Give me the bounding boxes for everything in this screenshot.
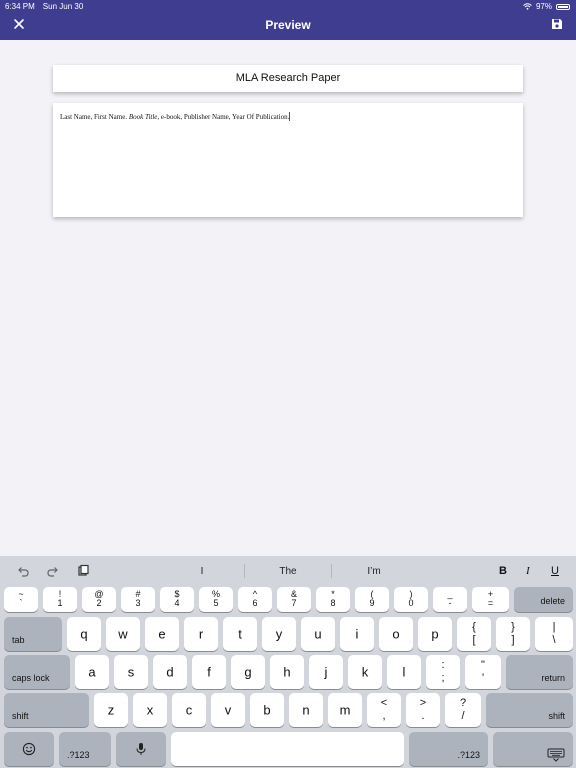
status-bar-right: 97% bbox=[523, 2, 570, 11]
shift-key-left[interactable]: shift bbox=[4, 693, 89, 727]
keyboard-dismiss-icon bbox=[547, 748, 565, 762]
key-n[interactable]: n bbox=[289, 693, 323, 727]
key-r[interactable]: r bbox=[184, 617, 218, 651]
microphone-icon bbox=[136, 743, 146, 755]
key-w[interactable]: w bbox=[106, 617, 140, 651]
suggestion-1[interactable]: I bbox=[172, 566, 232, 577]
key-1[interactable]: ! 1 bbox=[43, 587, 77, 612]
key-p[interactable]: p bbox=[418, 617, 452, 651]
shortcut-bar: I The I’m B I U bbox=[0, 556, 576, 586]
key-q[interactable]: q bbox=[67, 617, 101, 651]
status-time: 6:34 PM bbox=[5, 2, 35, 11]
hide-keyboard-key[interactable] bbox=[493, 732, 573, 766]
key-slash[interactable]: ? / bbox=[445, 693, 481, 727]
key-minus[interactable]: _ - bbox=[433, 587, 467, 612]
key-9[interactable]: (9 bbox=[355, 587, 389, 612]
key-x[interactable]: x bbox=[133, 693, 167, 727]
key-4[interactable]: $4 bbox=[160, 587, 194, 612]
onscreen-keyboard: I The I’m B I U ~ ` ! 1 @2 #3 $4 % 5 ^ 6 & 7 … bbox=[0, 556, 576, 768]
citation-text: Last Name, First Name. bbox=[60, 113, 129, 121]
key-s[interactable]: s bbox=[114, 655, 148, 689]
text-cursor bbox=[289, 112, 291, 121]
redo-icon[interactable] bbox=[46, 564, 60, 578]
suggestion-3[interactable]: I’m bbox=[344, 566, 404, 577]
key-8[interactable]: * 8 bbox=[316, 587, 350, 612]
key-quote[interactable]: " ' bbox=[465, 655, 501, 689]
key-y[interactable]: y bbox=[262, 617, 296, 651]
suggestion-divider bbox=[331, 564, 332, 578]
key-bracket-right[interactable]: }] bbox=[496, 617, 530, 651]
key-e[interactable]: e bbox=[145, 617, 179, 651]
status-date: Sun Jun 30 bbox=[42, 2, 84, 11]
undo-icon[interactable] bbox=[16, 564, 30, 578]
numbers-key-left[interactable]: .?123 bbox=[59, 732, 111, 766]
citation-text-rest: , e-book, Publisher Name, Year Of Public… bbox=[157, 113, 290, 121]
key-2[interactable]: @2 bbox=[82, 587, 116, 612]
key-period[interactable]: >. bbox=[406, 693, 440, 727]
key-t[interactable]: t bbox=[223, 617, 257, 651]
delete-key[interactable]: delete bbox=[514, 587, 573, 612]
key-l[interactable]: l bbox=[387, 655, 421, 689]
key-i[interactable]: i bbox=[340, 617, 374, 651]
key-bracket-left[interactable]: {[ bbox=[457, 617, 491, 651]
key-z[interactable]: z bbox=[94, 693, 128, 727]
key-semicolon[interactable]: :; bbox=[426, 655, 460, 689]
key-3[interactable]: #3 bbox=[121, 587, 155, 612]
battery-icon bbox=[556, 3, 570, 10]
page-title: Preview bbox=[265, 18, 311, 32]
key-h[interactable]: h bbox=[270, 655, 304, 689]
key-c[interactable]: c bbox=[172, 693, 206, 727]
emoji-icon bbox=[22, 742, 36, 756]
key-comma[interactable]: <, bbox=[367, 693, 401, 727]
key-a[interactable]: a bbox=[75, 655, 109, 689]
key-b[interactable]: b bbox=[250, 693, 284, 727]
key-f[interactable]: f bbox=[192, 655, 226, 689]
citation-book-title: Book Title bbox=[128, 113, 158, 121]
space-bar[interactable] bbox=[171, 732, 404, 766]
return-key[interactable]: return bbox=[506, 655, 573, 689]
key-6[interactable]: ^ 6 bbox=[238, 587, 272, 612]
navigation-bar: 6:34 PM Sun Jun 30 97% Preview bbox=[0, 0, 576, 40]
key-0[interactable]: ) 0 bbox=[394, 587, 428, 612]
key-d[interactable]: d bbox=[153, 655, 187, 689]
caps-lock-key[interactable]: caps lock bbox=[4, 655, 70, 689]
emoji-key[interactable] bbox=[4, 732, 54, 766]
underline-button[interactable]: U bbox=[551, 565, 559, 577]
suggestion-2[interactable]: The bbox=[258, 566, 318, 577]
dictation-key[interactable] bbox=[116, 732, 166, 766]
paste-icon[interactable] bbox=[76, 564, 90, 578]
key-o[interactable]: o bbox=[379, 617, 413, 651]
key-backslash[interactable]: | \ bbox=[535, 617, 573, 651]
document-title-card[interactable]: MLA Research Paper bbox=[53, 65, 523, 92]
key-v[interactable]: v bbox=[211, 693, 245, 727]
key-g[interactable]: g bbox=[231, 655, 265, 689]
key-equals[interactable]: + = bbox=[472, 587, 509, 612]
citation-editor[interactable]: Last Name, First Name. Book Title, e-boo… bbox=[53, 103, 523, 217]
key-7[interactable]: & 7 bbox=[277, 587, 311, 612]
key-tilde[interactable]: ~ ` bbox=[4, 587, 38, 612]
key-u[interactable]: u bbox=[301, 617, 335, 651]
key-m[interactable]: m bbox=[328, 693, 362, 727]
key-k[interactable]: k bbox=[348, 655, 382, 689]
numbers-key-right[interactable]: .?123 bbox=[409, 732, 488, 766]
status-bar-left: 6:34 PM Sun Jun 30 bbox=[5, 2, 83, 11]
bold-button[interactable]: B bbox=[499, 565, 507, 577]
key-5[interactable]: % 5 bbox=[199, 587, 233, 612]
wifi-icon bbox=[523, 3, 532, 10]
shift-key-right[interactable]: shift bbox=[486, 693, 573, 727]
save-icon[interactable] bbox=[550, 17, 564, 31]
tab-key[interactable]: tab bbox=[4, 617, 62, 651]
suggestion-divider bbox=[244, 564, 245, 578]
italic-button[interactable]: I bbox=[526, 565, 530, 577]
battery-percent: 97% bbox=[535, 2, 552, 11]
key-j[interactable]: j bbox=[309, 655, 343, 689]
